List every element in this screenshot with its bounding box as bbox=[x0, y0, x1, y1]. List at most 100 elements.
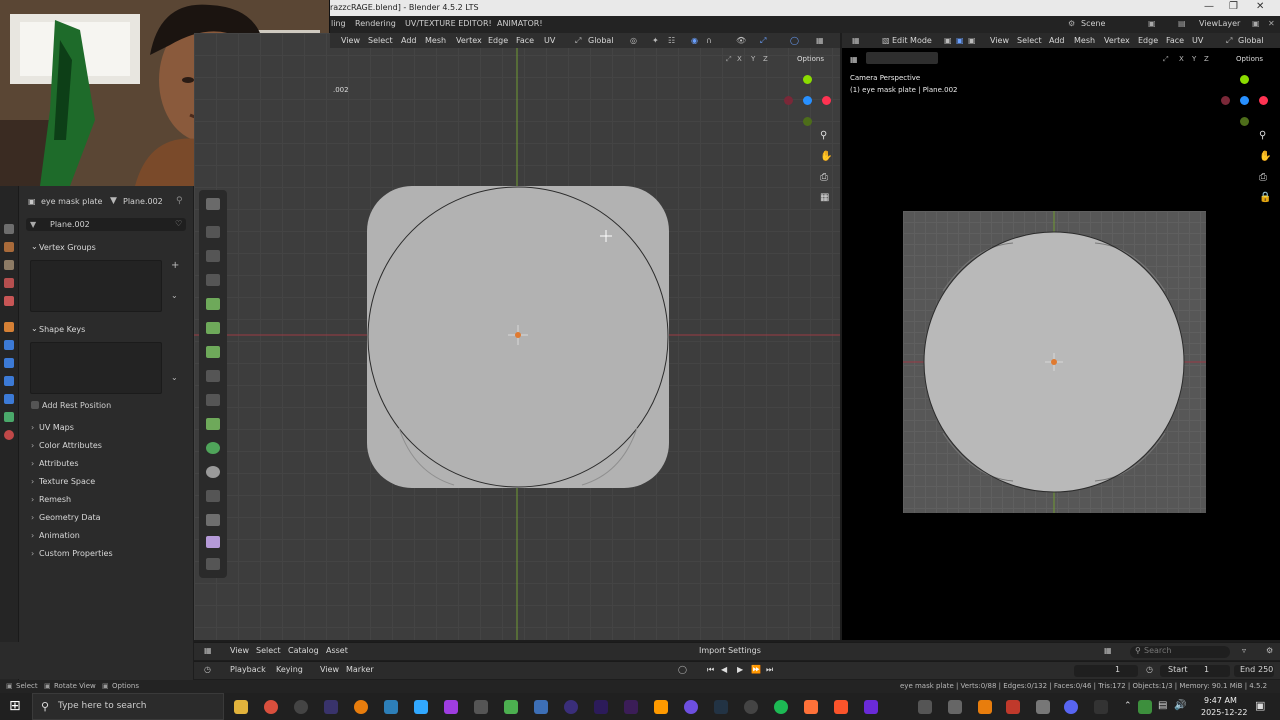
falloff-icon[interactable]: ∩ bbox=[706, 36, 712, 45]
menu-uv[interactable]: UV bbox=[544, 36, 555, 45]
section-custom-properties[interactable]: Custom Properties bbox=[39, 549, 113, 558]
app-icon-4[interactable] bbox=[474, 700, 488, 714]
menu-add[interactable]: Add bbox=[401, 36, 417, 45]
brave-icon[interactable] bbox=[834, 700, 848, 714]
world-tab-icon[interactable] bbox=[4, 296, 14, 306]
measure-tool-icon[interactable] bbox=[206, 250, 220, 262]
menu-select[interactable]: Select bbox=[368, 36, 393, 45]
section-texture-space[interactable]: Texture Space bbox=[39, 477, 95, 486]
section-attributes[interactable]: Attributes bbox=[39, 459, 79, 468]
snap-icon[interactable]: ✦ bbox=[652, 36, 659, 45]
view-layer-remove-icon[interactable]: ✕ bbox=[1268, 19, 1275, 28]
filezilla-icon[interactable] bbox=[1006, 700, 1020, 714]
right-transform-icon[interactable]: ⤢ bbox=[1226, 36, 1232, 46]
navigation-gizmo-right[interactable] bbox=[1221, 72, 1271, 132]
app-icon-3[interactable] bbox=[444, 700, 458, 714]
right-menu-select[interactable]: Select bbox=[1017, 36, 1042, 45]
snap-target-icon[interactable]: ☷ bbox=[668, 36, 675, 45]
section-animation[interactable]: Animation bbox=[39, 531, 80, 540]
right-menu-add[interactable]: Add bbox=[1049, 36, 1065, 45]
edge-slide-tool-icon[interactable] bbox=[206, 490, 220, 502]
calculator-icon[interactable] bbox=[534, 700, 548, 714]
vertex-groups-list[interactable] bbox=[30, 260, 162, 312]
app-icon-6[interactable] bbox=[564, 700, 578, 714]
right-select-mode-group[interactable] bbox=[866, 52, 938, 64]
steam-icon[interactable] bbox=[714, 700, 728, 714]
asset-filter-icon[interactable]: ▿ bbox=[1242, 646, 1246, 655]
inset-tool-icon[interactable] bbox=[206, 322, 220, 334]
right-transform-dropdown[interactable]: Global bbox=[1238, 36, 1264, 45]
navigation-gizmo-left[interactable] bbox=[784, 72, 834, 132]
mirror-z[interactable]: Z bbox=[763, 55, 768, 63]
app-icon-2[interactable] bbox=[384, 700, 398, 714]
mirror-x[interactable]: X bbox=[737, 55, 742, 63]
viewport-3d-left[interactable] bbox=[194, 33, 840, 640]
next-key-icon[interactable]: ⏩ bbox=[751, 665, 761, 674]
proportional-edit-icon[interactable]: ◉ bbox=[691, 36, 698, 45]
face-select-mode-icon[interactable]: ▣ bbox=[968, 36, 976, 45]
texture-space-chevron-icon[interactable]: › bbox=[31, 477, 34, 486]
overlay-toggle-icon[interactable]: ◯ bbox=[790, 36, 799, 45]
ortho-grid-icon[interactable]: ▦ bbox=[820, 192, 829, 203]
photoshop-icon[interactable] bbox=[414, 700, 428, 714]
gizmo-y-icon[interactable] bbox=[803, 75, 812, 84]
scene-tab-icon[interactable] bbox=[4, 278, 14, 288]
vertex-select-mode-icon[interactable]: ▣ bbox=[944, 36, 952, 45]
mesh-data-tab-icon[interactable] bbox=[4, 412, 14, 422]
options-dropdown-right[interactable]: Options bbox=[1236, 55, 1263, 63]
current-frame-field[interactable] bbox=[1074, 665, 1138, 677]
annotate-tool-icon[interactable] bbox=[206, 226, 220, 238]
asset-menu-asset[interactable]: Asset bbox=[326, 646, 348, 655]
close-icon[interactable]: ✕ bbox=[1256, 1, 1264, 12]
workspace-tab-layout[interactable]: ling bbox=[331, 19, 346, 28]
poly-build-tool-icon[interactable] bbox=[206, 418, 220, 430]
shape-keys-chevron-icon[interactable]: ⌄ bbox=[31, 324, 38, 333]
asset-menu-select[interactable]: Select bbox=[256, 646, 281, 655]
shape-key-menu-icon[interactable]: ⌄ bbox=[171, 373, 178, 382]
preview-range-icon[interactable]: ◷ bbox=[1146, 665, 1153, 674]
right-gizmo-neg-y-icon[interactable] bbox=[1240, 117, 1249, 126]
section-geometry-data[interactable]: Geometry Data bbox=[39, 513, 101, 522]
select-tool-icon[interactable] bbox=[206, 198, 220, 210]
physics-tab-icon[interactable] bbox=[4, 376, 14, 386]
right-camera-view-icon[interactable]: ⎙ bbox=[1259, 172, 1267, 183]
right-menu-mesh[interactable]: Mesh bbox=[1074, 36, 1095, 45]
editor-type-icon[interactable]: ▦ bbox=[852, 36, 860, 45]
edge-select-mode-icon[interactable]: ▣ bbox=[956, 36, 964, 45]
add-rest-position-checkbox[interactable] bbox=[31, 401, 39, 409]
material-tab-icon[interactable] bbox=[4, 430, 14, 440]
jump-end-icon[interactable]: ⏭ bbox=[766, 665, 773, 675]
chrome-icon[interactable] bbox=[264, 700, 278, 714]
add-cube-tool-icon[interactable] bbox=[206, 274, 220, 286]
timeline-editor-icon[interactable]: ◷ bbox=[204, 665, 211, 674]
transform-orientation-dropdown[interactable]: Global bbox=[588, 36, 614, 45]
shape-keys-list[interactable] bbox=[30, 342, 162, 394]
asset-menu-view[interactable]: View bbox=[230, 646, 249, 655]
timeline-menu-view[interactable]: View bbox=[320, 665, 339, 674]
section-color-attributes[interactable]: Color Attributes bbox=[39, 441, 102, 450]
right-mirror-z[interactable]: Z bbox=[1204, 55, 1209, 63]
geometry-data-chevron-icon[interactable]: › bbox=[31, 513, 34, 522]
premiere-icon[interactable] bbox=[624, 700, 638, 714]
gizmo-toggle-icon[interactable]: ⤢ bbox=[760, 36, 766, 46]
app-icon-9[interactable] bbox=[804, 700, 818, 714]
attributes-chevron-icon[interactable]: › bbox=[31, 459, 34, 468]
gizmo-neg-y-icon[interactable] bbox=[803, 117, 812, 126]
spin-tool-icon[interactable] bbox=[206, 442, 220, 454]
right-zoom-icon[interactable]: ⚲ bbox=[1259, 130, 1266, 141]
app-icon-8[interactable] bbox=[744, 700, 758, 714]
tray-icon-2[interactable] bbox=[948, 700, 962, 714]
lock-camera-icon[interactable]: 🔒 bbox=[1259, 192, 1271, 203]
gizmo-neg-x-icon[interactable] bbox=[784, 96, 793, 105]
transform-orientation-icon[interactable]: ⤢ bbox=[575, 36, 581, 46]
scene-browse-icon[interactable]: ▣ bbox=[1148, 19, 1156, 28]
scene-selector[interactable]: Scene bbox=[1081, 19, 1105, 28]
knife-tool-icon[interactable] bbox=[206, 394, 220, 406]
custom-properties-chevron-icon[interactable]: › bbox=[31, 549, 34, 558]
right-gizmo-z-icon[interactable] bbox=[1240, 96, 1249, 105]
asset-display-icon[interactable]: ▦ bbox=[1104, 646, 1112, 655]
import-settings-dropdown[interactable]: Import Settings bbox=[699, 646, 761, 655]
play-icon[interactable]: ▶ bbox=[737, 665, 743, 674]
gizmo-x-icon[interactable] bbox=[822, 96, 831, 105]
asset-settings-icon[interactable]: ⚙ bbox=[1266, 646, 1273, 655]
